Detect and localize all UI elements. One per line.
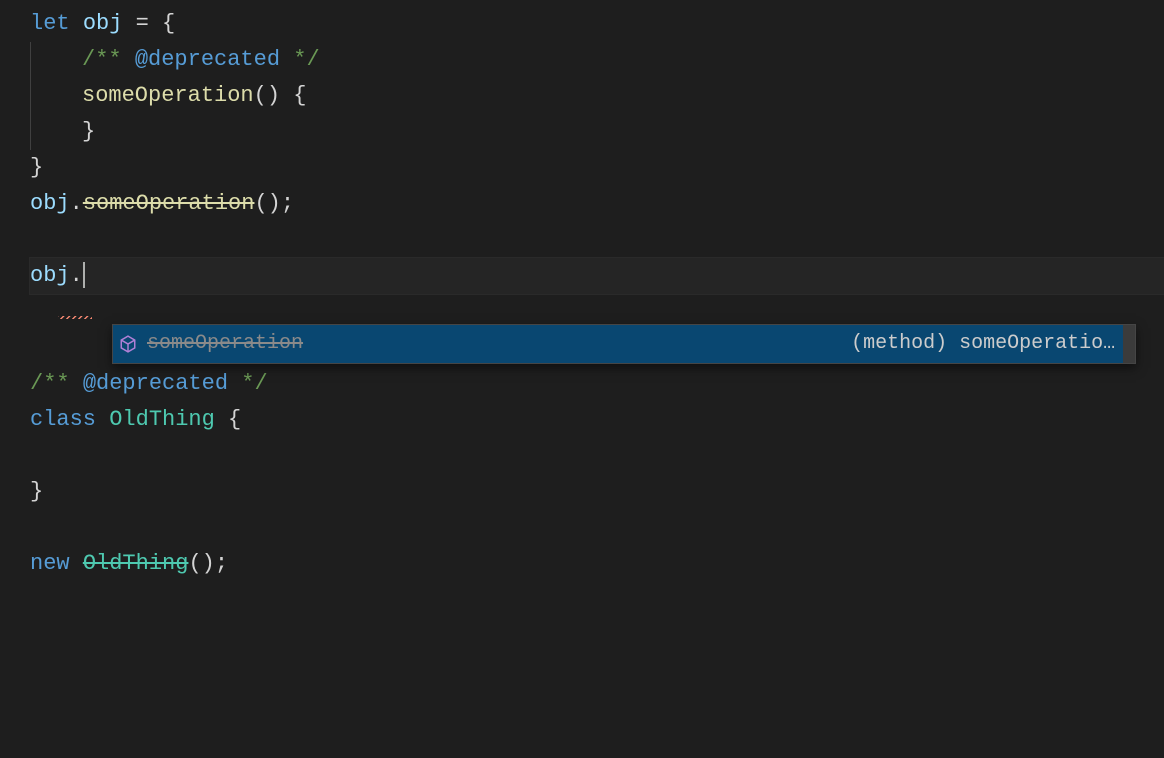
suggest-widget[interactable]: someOperation (method) someOperatio… xyxy=(112,324,1136,364)
jsdoc-tag: @deprecated xyxy=(83,366,228,401)
keyword-let: let xyxy=(30,6,70,41)
code-line: } xyxy=(30,150,1164,186)
code-line: /** @deprecated */ xyxy=(30,42,1164,78)
comment: /** xyxy=(82,42,135,77)
comment: /** xyxy=(30,366,83,401)
suggest-detail: (method) someOperatio… xyxy=(851,328,1123,360)
jsdoc-tag: @deprecated xyxy=(135,42,280,77)
suggest-scrollbar[interactable] xyxy=(1123,325,1135,363)
method-icon xyxy=(119,335,137,353)
code-line: someOperation() { xyxy=(30,78,1164,114)
code-line xyxy=(30,510,1164,546)
method-name: someOperation xyxy=(82,78,254,113)
code-line: new OldThing(); xyxy=(30,546,1164,582)
keyword-class: class xyxy=(30,402,96,437)
identifier: obj xyxy=(30,258,70,293)
code-line: let obj = { xyxy=(30,6,1164,42)
code-line: } xyxy=(30,114,1164,150)
code-editor[interactable]: let obj = { /** @deprecated */ someOpera… xyxy=(0,0,1164,582)
error-squiggle xyxy=(58,316,92,319)
code-line: class OldThing { xyxy=(30,402,1164,438)
code-line xyxy=(30,222,1164,258)
code-line: /** @deprecated */ xyxy=(30,366,1164,402)
code-line: } xyxy=(30,474,1164,510)
code-line xyxy=(30,438,1164,474)
deprecated-class: OldThing xyxy=(83,546,189,581)
code-line-active[interactable]: obj. xyxy=(30,258,1164,294)
keyword-new: new xyxy=(30,546,70,581)
text-cursor xyxy=(83,262,85,288)
deprecated-call: someOperation xyxy=(83,186,255,221)
identifier: obj xyxy=(83,6,123,41)
code-line: obj.someOperation(); xyxy=(30,186,1164,222)
identifier: obj xyxy=(30,186,70,221)
suggest-item[interactable]: someOperation (method) someOperatio… xyxy=(113,325,1123,363)
suggest-label: someOperation xyxy=(147,328,303,360)
class-name: OldThing xyxy=(109,402,215,437)
